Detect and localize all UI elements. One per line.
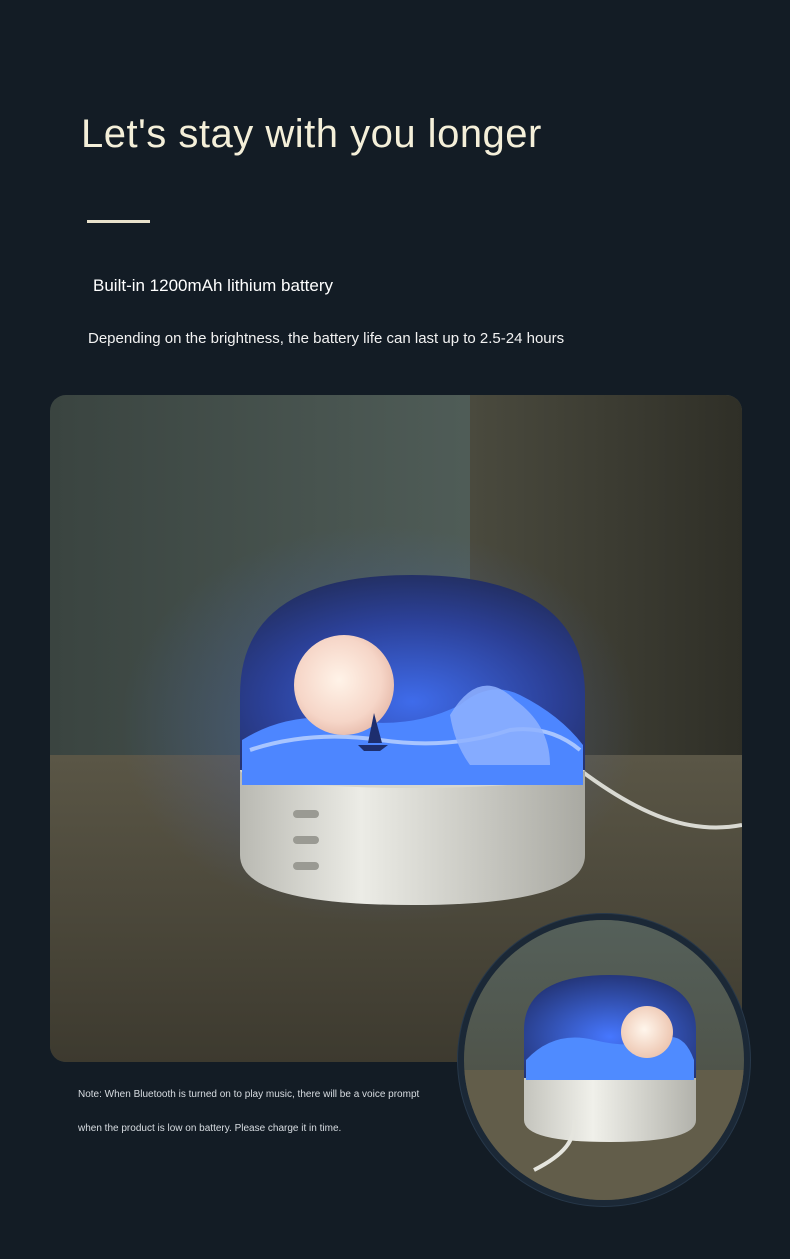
- inset-product-image: [464, 920, 744, 1200]
- title-divider: [87, 220, 150, 223]
- note-line-1: Note: When Bluetooth is turned on to pla…: [78, 1089, 420, 1100]
- battery-life-description: Depending on the brightness, the battery…: [88, 330, 565, 347]
- page-title: Let's stay with you longer: [81, 112, 542, 156]
- product-page: Let's stay with you longer Built-in 1200…: [0, 0, 790, 1259]
- note-line-2: when the product is low on battery. Plea…: [78, 1123, 342, 1134]
- battery-spec: Built-in 1200mAh lithium battery: [93, 276, 334, 295]
